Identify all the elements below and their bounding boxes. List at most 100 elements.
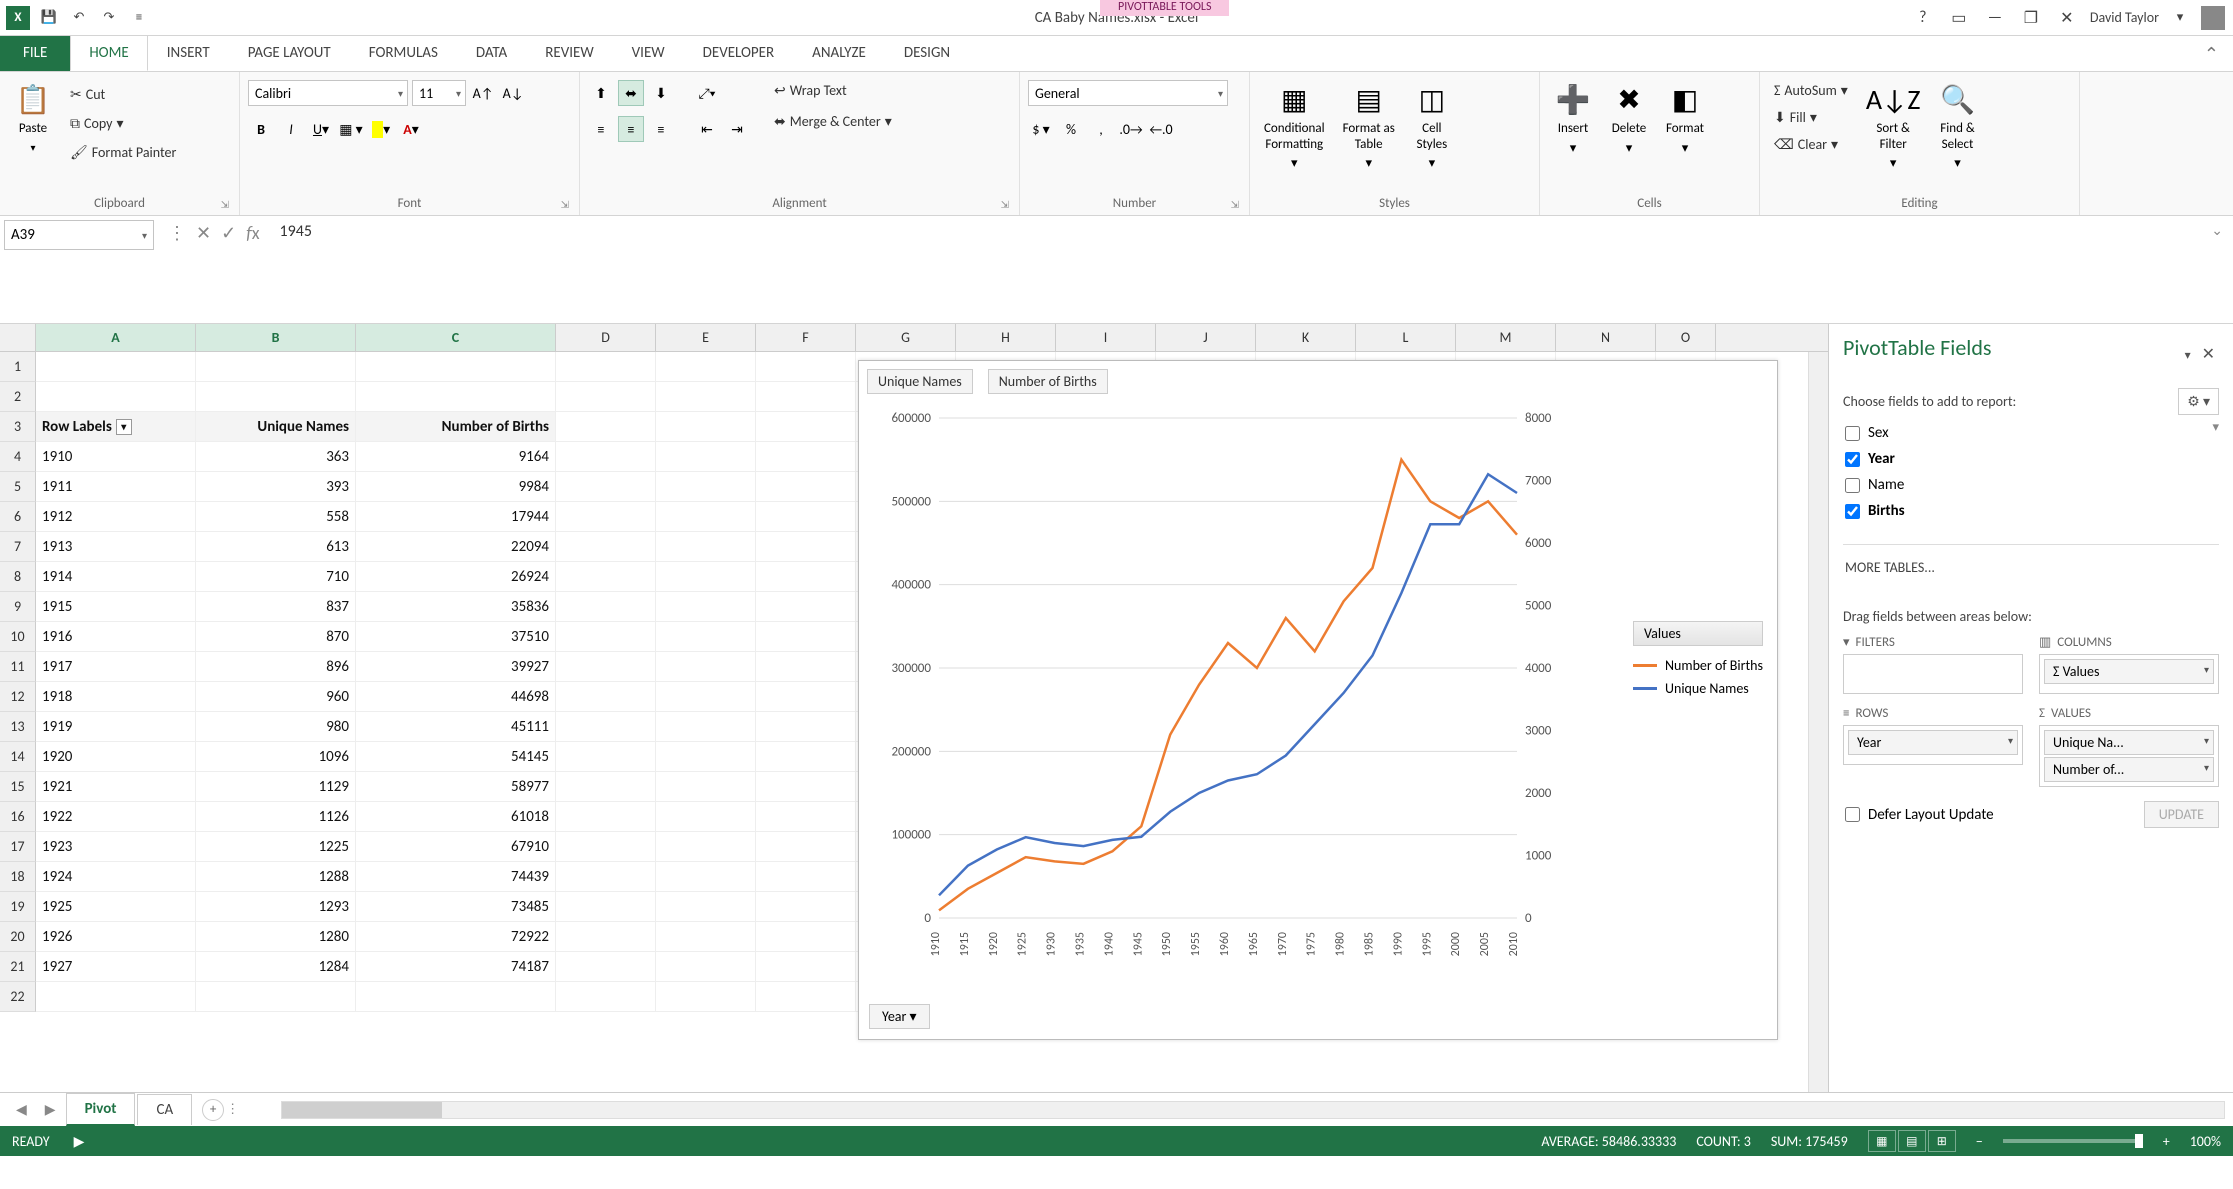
cell[interactable] [656,412,756,442]
fx-icon[interactable]: fx [246,222,259,244]
cell[interactable]: 1913 [36,532,196,562]
font-size-combo[interactable]: 11 [412,80,466,106]
cell[interactable] [656,652,756,682]
cell[interactable]: 870 [196,622,356,652]
cell[interactable] [656,922,756,952]
user-menu-icon[interactable]: ▾ [2169,7,2191,29]
cell[interactable]: 67910 [356,832,556,862]
cell[interactable] [756,592,856,622]
cell[interactable] [656,472,756,502]
restore-icon[interactable]: ❐ [2018,8,2044,28]
column-header[interactable]: J [1156,324,1256,351]
underline-button[interactable]: U ▾ [308,116,334,142]
view-page-layout-icon[interactable]: ▤ [1898,1130,1926,1152]
vertical-scrollbar[interactable] [1808,352,1828,1092]
cell-styles-button[interactable]: ◫Cell Styles▾ [1407,80,1457,173]
cell[interactable] [756,952,856,982]
cell[interactable] [756,862,856,892]
ribbon-display-icon[interactable]: ▭ [1946,8,1972,28]
ribbon-collapse-icon[interactable]: ⌃ [2190,37,2233,71]
cell[interactable] [756,892,856,922]
cell[interactable] [756,442,856,472]
row-header[interactable]: 1 [0,352,36,382]
cell[interactable]: 613 [196,532,356,562]
cell[interactable] [556,712,656,742]
border-button[interactable]: ▦ ▾ [338,116,364,142]
bold-button[interactable]: B [248,116,274,142]
select-all-corner[interactable] [0,324,36,352]
chart-field-button[interactable]: Unique Names [867,369,973,394]
tab-analyze[interactable]: ANALYZE [793,35,885,71]
cell[interactable] [556,832,656,862]
cell[interactable]: 1914 [36,562,196,592]
cell[interactable] [656,532,756,562]
cell[interactable] [756,712,856,742]
row-header[interactable]: 6 [0,502,36,532]
autosum-button[interactable]: ΣAutoSum ▾ [1768,80,1854,101]
sort-filter-button[interactable]: A↓ZSort & Filter▾ [1860,80,1927,173]
cell[interactable]: 1922 [36,802,196,832]
cell[interactable] [556,682,656,712]
comma-icon[interactable]: , [1088,116,1114,142]
cell[interactable]: 9164 [356,442,556,472]
cell[interactable] [756,352,856,382]
area-columns[interactable]: ▥COLUMNS Σ Values [2039,635,2219,694]
cell[interactable] [756,922,856,952]
cell[interactable]: 1918 [36,682,196,712]
chart-field-button[interactable]: Number of Births [988,369,1108,394]
cell[interactable]: 54145 [356,742,556,772]
format-painter-button[interactable]: 🖌Format Painter [64,142,182,163]
cell[interactable] [556,412,656,442]
update-button[interactable]: UPDATE [2144,801,2219,828]
tab-file[interactable]: FILE [0,35,70,71]
currency-icon[interactable]: $ ▾ [1028,116,1054,142]
cell[interactable] [556,952,656,982]
cell[interactable] [556,892,656,922]
column-header[interactable]: L [1356,324,1456,351]
fill-button[interactable]: ⬇Fill ▾ [1768,107,1854,128]
cell[interactable] [556,982,656,1012]
conditional-formatting-button[interactable]: ▦Conditional Formatting▾ [1258,80,1331,173]
tab-page-layout[interactable]: PAGE LAYOUT [229,35,350,71]
cell[interactable]: 1919 [36,712,196,742]
sheet-tab-ca[interactable]: CA [137,1094,192,1125]
cell[interactable]: 1917 [36,652,196,682]
format-cells-button[interactable]: ◧Format▾ [1660,80,1710,158]
row-header[interactable]: 2 [0,382,36,412]
cell[interactable] [756,502,856,532]
font-name-combo[interactable]: Calibri [248,80,408,106]
orientation-icon[interactable]: ⤢▾ [694,80,720,106]
field-item[interactable]: Name [1843,472,2219,498]
cell[interactable] [656,562,756,592]
field-item[interactable]: Births [1843,498,2219,524]
tab-home[interactable]: HOME [70,35,147,71]
cell[interactable] [656,802,756,832]
help-icon[interactable]: ? [1910,8,1936,28]
cell[interactable] [656,592,756,622]
cell[interactable]: Unique Names [196,412,356,442]
zoom-in-icon[interactable]: + [2163,1133,2170,1150]
cell[interactable]: 1910 [36,442,196,472]
align-bottom-icon[interactable]: ⬇ [648,80,674,106]
cell[interactable] [656,742,756,772]
column-header[interactable]: K [1256,324,1356,351]
italic-button[interactable]: I [278,116,304,142]
enter-formula-icon[interactable]: ✓ [221,222,236,244]
horizontal-scrollbar[interactable] [281,1101,2225,1119]
row-header[interactable]: 19 [0,892,36,922]
cell[interactable]: 1129 [196,772,356,802]
avatar[interactable] [2201,6,2225,30]
cell[interactable] [36,382,196,412]
more-tables-link[interactable]: MORE TABLES... [1843,545,2219,590]
cell[interactable] [556,382,656,412]
cell[interactable] [656,982,756,1012]
merge-center-button[interactable]: ⬌Merge & Center ▾ [768,111,898,132]
pivot-chart[interactable]: Unique Names Number of Births 0100000200… [858,360,1778,1040]
cell[interactable]: 1911 [36,472,196,502]
tab-design[interactable]: DESIGN [885,35,969,71]
cell[interactable]: 45111 [356,712,556,742]
row-header[interactable]: 22 [0,982,36,1012]
cell[interactable] [756,772,856,802]
area-values[interactable]: ΣVALUES Unique Na...Number of... [2039,706,2219,787]
cell[interactable]: 61018 [356,802,556,832]
